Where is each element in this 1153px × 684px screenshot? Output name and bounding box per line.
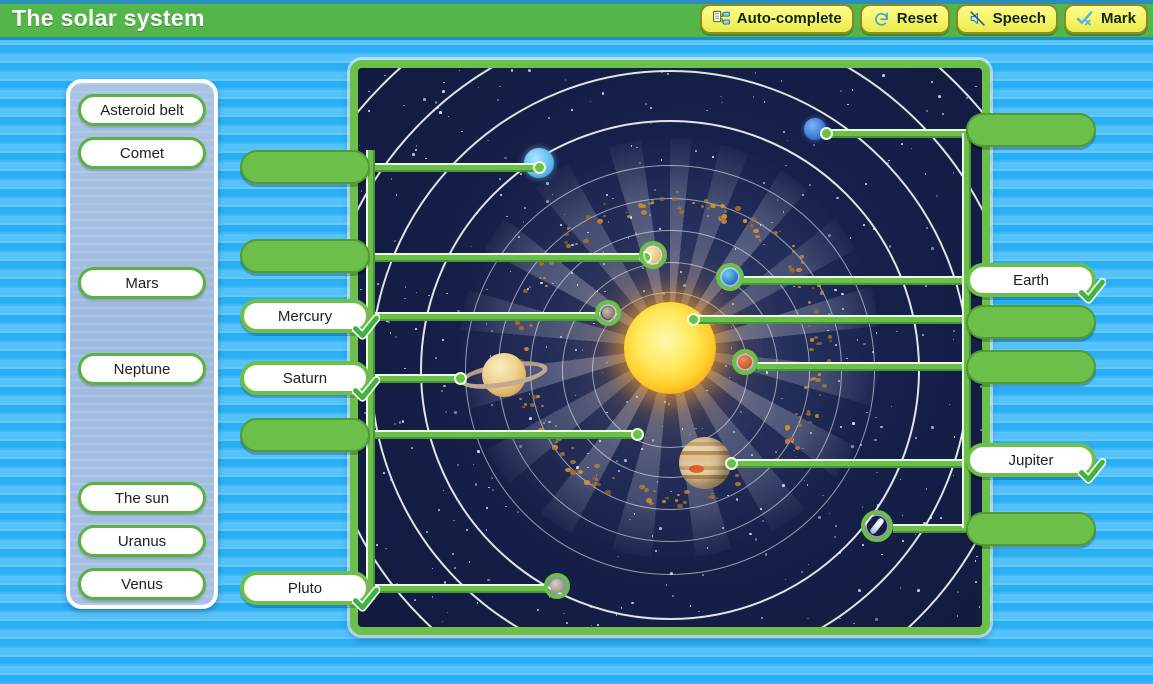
word-bank-slot: Mars — [78, 267, 206, 299]
mark-button[interactable]: Mark — [1063, 3, 1148, 34]
auto-complete-button[interactable]: Auto-complete — [699, 3, 854, 34]
ring-saturn-inner — [639, 241, 667, 269]
lead-comet — [893, 524, 966, 533]
reset-label: Reset — [896, 10, 938, 27]
ring-venus — [732, 349, 758, 375]
slot-label: Mercury — [277, 307, 333, 325]
word-bank-panel: Asteroid belt Comet Mars Neptune The sun Uran… — [66, 79, 218, 609]
lead-mercury — [370, 312, 600, 321]
slot-label: Saturn — [282, 369, 328, 387]
slot-uranus[interactable] — [240, 150, 370, 184]
dot-neptune — [819, 126, 833, 140]
word-bank-slot: Neptune — [78, 353, 206, 385]
slot-saturn[interactable]: Saturn — [240, 361, 380, 402]
lead-pluto — [370, 584, 548, 593]
lead-asteroid-belt — [370, 253, 645, 262]
slot-neptune[interactable] — [966, 113, 1096, 147]
ring-pluto — [544, 573, 570, 599]
jupiter-planet — [679, 437, 731, 489]
word-bank-slot: Comet — [78, 137, 206, 169]
slot-jupiter[interactable]: Jupiter — [966, 443, 1106, 484]
mark-label: Mark — [1100, 10, 1136, 27]
speaker-muted-icon — [969, 11, 985, 26]
word-chip-neptune[interactable]: Neptune — [78, 353, 206, 385]
dot-jupiter — [724, 456, 738, 470]
word-chip-uranus[interactable]: Uranus — [78, 525, 206, 557]
word-bank-slot: Venus — [78, 568, 206, 600]
speech-label: Speech — [992, 10, 1046, 27]
slot-pluto[interactable]: Pluto — [240, 571, 380, 612]
slot-the-sun[interactable] — [966, 305, 1096, 339]
slot-venus[interactable] — [966, 350, 1096, 384]
slot-comet[interactable] — [966, 512, 1096, 546]
lead-mars-left — [370, 430, 637, 439]
word-bank-slot: Asteroid belt — [78, 94, 206, 126]
slot-label: Earth — [1013, 271, 1049, 289]
lead-earth — [742, 276, 966, 285]
word-bank-slot: Uranus — [78, 525, 206, 557]
word-chip-comet[interactable]: Comet — [78, 137, 206, 169]
word-bank-slot: The sun — [78, 482, 206, 514]
slot-earth[interactable]: Earth — [966, 263, 1106, 304]
page-title: The solar system — [12, 5, 205, 31]
dot-mars-left — [630, 427, 644, 441]
ring-earth — [716, 263, 744, 291]
dot-the-sun — [686, 312, 700, 326]
word-chip-asteroid-belt[interactable]: Asteroid belt — [78, 94, 206, 126]
lead-neptune — [826, 129, 966, 138]
solar-system-diagram — [350, 60, 990, 635]
toolbar: Auto-complete Reset Speech Mark — [699, 3, 1153, 34]
lead-venus — [757, 362, 966, 371]
slot-mercury[interactable]: Mercury — [240, 299, 380, 340]
reset-button[interactable]: Reset — [859, 3, 950, 34]
word-chip-venus[interactable]: Venus — [78, 568, 206, 600]
slot-asteroid-belt[interactable] — [240, 239, 370, 273]
check-x-icon — [1076, 11, 1093, 26]
auto-complete-label: Auto-complete — [736, 10, 842, 27]
lead-jupiter — [731, 459, 966, 468]
lead-uranus — [370, 163, 539, 172]
app-header: The solar system Auto-complete Reset Spe… — [0, 0, 1153, 40]
dot-uranus — [532, 160, 546, 174]
dot-saturn — [453, 371, 467, 385]
ring-comet — [861, 510, 893, 542]
jupiter-red-spot — [689, 465, 704, 473]
sitemap-icon — [712, 10, 730, 25]
slot-label: Jupiter — [1008, 451, 1054, 469]
word-chip-the-sun[interactable]: The sun — [78, 482, 206, 514]
ring-mercury — [595, 300, 621, 326]
word-chip-mars[interactable]: Mars — [78, 267, 206, 299]
slot-mars-left[interactable] — [240, 418, 370, 452]
slot-label: Pluto — [287, 579, 323, 597]
lead-the-sun — [693, 315, 966, 324]
undo-arrow-icon — [874, 12, 888, 26]
lead-saturn — [370, 374, 460, 383]
speech-button[interactable]: Speech — [955, 3, 1058, 34]
